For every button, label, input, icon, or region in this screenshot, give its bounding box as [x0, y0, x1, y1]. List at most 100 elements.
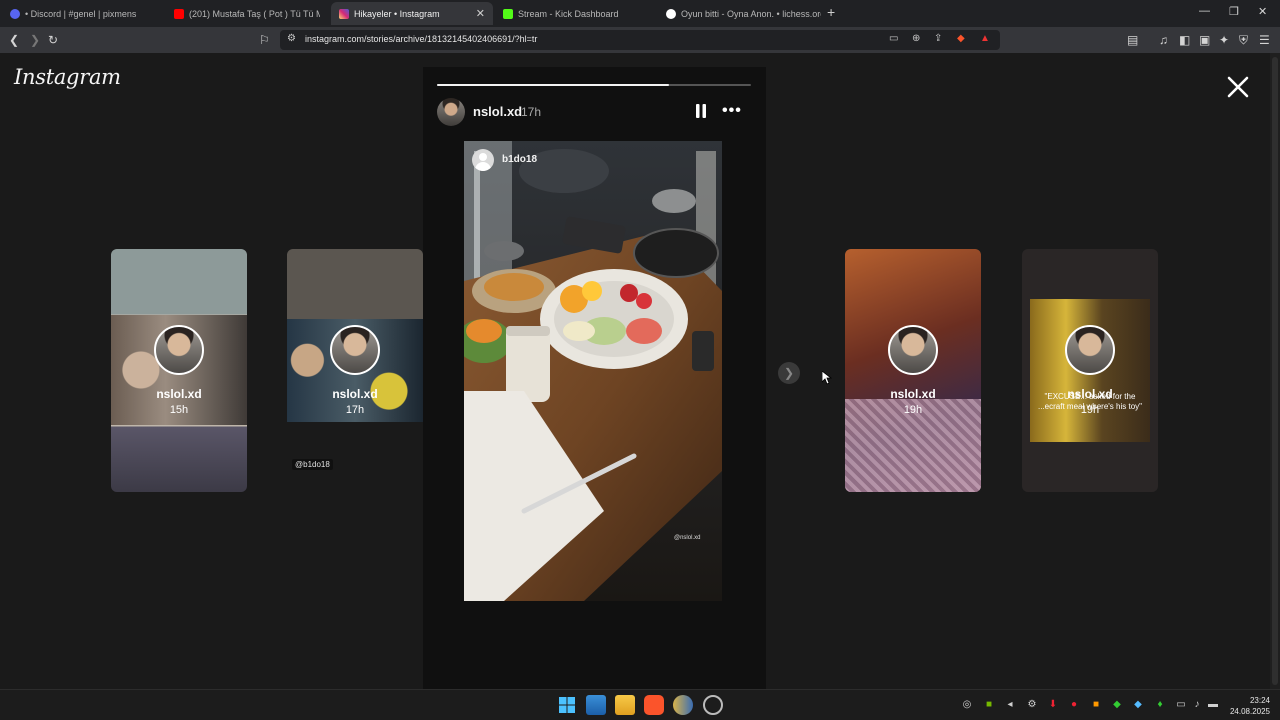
close-tab-icon[interactable]: ✕ — [476, 7, 485, 20]
tab-instagram[interactable]: Hikayeler • Instagram ✕ — [331, 2, 493, 25]
preview-time: 15h — [169, 404, 189, 416]
reload-button[interactable]: ↻ — [48, 32, 58, 48]
wallet-icon[interactable]: ▣ — [1199, 32, 1210, 48]
clock-date: 24.08.2025 — [1229, 707, 1270, 716]
story-progress-bar — [437, 84, 751, 86]
app-icon[interactable] — [673, 695, 693, 715]
tab-label: Hikayeler • Instagram — [354, 8, 440, 19]
page-scrollbar[interactable] — [1270, 53, 1280, 689]
instagram-icon — [339, 8, 349, 19]
repost-username[interactable]: b1do18 — [502, 154, 537, 165]
leo-ai-icon[interactable]: ✦ — [1219, 32, 1229, 48]
instagram-logo[interactable]: Instagram — [14, 65, 121, 89]
story-preview[interactable]: nslol.xd 19h — [845, 249, 981, 492]
tab-discord[interactable]: • Discord | #genel | pixmens — [10, 2, 160, 25]
tray-icon[interactable]: ⬇ — [1046, 698, 1060, 712]
more-options-icon[interactable]: ••• — [722, 102, 742, 120]
nvidia-icon[interactable]: ■ — [982, 698, 996, 712]
tray-icon[interactable]: ◆ — [1110, 698, 1124, 712]
story-preview[interactable]: nslol.xd 19h "EXCUSE... asked for the ..… — [1022, 249, 1158, 492]
avatar — [154, 325, 204, 375]
close-window-button[interactable]: ✕ — [1258, 5, 1267, 18]
file-explorer-icon[interactable] — [615, 695, 635, 715]
network-icon[interactable]: ▭ — [1174, 698, 1188, 712]
instagram-story-viewer: Instagram nslol.xd 15h nslol.xd 17h @b1d… — [0, 53, 1270, 689]
story-preview[interactable]: nslol.xd 15h — [111, 249, 247, 492]
app-icon[interactable] — [703, 695, 723, 715]
settings-tray-icon[interactable]: ⚙ — [1025, 698, 1039, 712]
restaurant-table-image: @nslol.xd — [464, 141, 722, 601]
pause-icon[interactable] — [695, 104, 707, 118]
url-text[interactable]: instagram.com/stories/archive/1813214540… — [305, 34, 537, 44]
tray-icon[interactable]: ◆ — [1131, 698, 1145, 712]
share-icon[interactable]: ⇪ — [934, 33, 942, 44]
tab-label: Oyun bitti - Oyna Anon. • lichess.org — [681, 8, 821, 19]
system-clock[interactable]: 23:24 24.08.2025 — [1218, 695, 1270, 717]
start-button[interactable] — [557, 695, 577, 715]
cast-icon[interactable]: ▭ — [889, 33, 898, 44]
menu-icon[interactable]: ☰ — [1259, 32, 1270, 48]
clock-time: 23:24 — [1249, 696, 1270, 705]
youtube-icon — [174, 8, 184, 19]
windows-logo-icon — [559, 697, 575, 713]
story-card: nslol.xd 17h ••• @nslol.xd b1do18 — [423, 67, 766, 689]
browser-toolbar: ❮ ❯ ↻ ⚐ ⚙ instagram.com/stories/archive/… — [0, 27, 1280, 53]
photos-app-icon[interactable] — [586, 695, 606, 715]
next-story-button[interactable]: ❯ — [778, 362, 800, 384]
reader-mode-icon[interactable]: ▤ — [1127, 32, 1138, 48]
volume-icon[interactable]: ♪ — [1190, 698, 1204, 712]
tab-label: Stream - Kick Dashboard — [518, 8, 619, 19]
mention-tag: @b1do18 — [292, 459, 333, 470]
discord-icon — [10, 8, 20, 19]
tab-youtube[interactable]: (201) Mustafa Taş ( Pot ) Tü Tü M — [174, 2, 320, 25]
windows-taskbar: ◎ ■ ◂ ⚙ ⬇ ● ■ ◆ ◆ ♦ ▭ ♪ ▬ 23:24 24.08.20… — [0, 689, 1280, 720]
sticker-tag: @nslol.xd — [674, 535, 700, 541]
tray-icon[interactable]: ◂ — [1003, 698, 1017, 712]
scrollbar-thumb[interactable] — [1272, 57, 1278, 685]
microphone-icon[interactable]: ♦ — [1153, 698, 1167, 712]
brave-rewards-icon[interactable]: ▲ — [980, 33, 990, 44]
steelseries-icon[interactable]: ◎ — [960, 698, 974, 712]
preview-username: nslol.xd — [890, 387, 936, 401]
sidebar-icon[interactable]: ◧ — [1179, 32, 1190, 48]
vpn-icon[interactable]: ⛨ — [1239, 32, 1248, 48]
story-username[interactable]: nslol.xd — [473, 104, 522, 119]
zoom-icon[interactable]: ⊕ — [912, 33, 920, 44]
new-tab-button[interactable]: + — [827, 4, 835, 20]
tab-lichess[interactable]: Oyun bitti - Oyna Anon. • lichess.org — [666, 2, 821, 25]
kick-icon — [503, 8, 513, 19]
preview-username: nslol.xd — [156, 387, 202, 401]
story-photo[interactable]: @nslol.xd b1do18 — [464, 141, 722, 601]
avatar — [330, 325, 380, 375]
forward-button[interactable]: ❯ — [30, 32, 40, 48]
preview-caption: "EXCUSE... asked for the ...ecraft meal … — [1038, 392, 1142, 411]
story-preview[interactable]: nslol.xd 17h @b1do18 — [287, 249, 423, 492]
avatar[interactable] — [437, 98, 465, 126]
media-icon[interactable]: ♫ — [1159, 32, 1168, 48]
preview-username: nslol.xd — [332, 387, 378, 401]
restore-button[interactable]: ❐ — [1229, 5, 1239, 18]
tray-icon[interactable]: ● — [1067, 698, 1081, 712]
tab-label: • Discord | #genel | pixmens — [25, 8, 137, 19]
preview-time: 19h — [903, 404, 923, 416]
story-progress-fill — [437, 84, 670, 86]
minimize-button[interactable]: — — [1199, 5, 1210, 17]
tab-label: (201) Mustafa Taş ( Pot ) Tü Tü M — [189, 8, 320, 19]
avatar[interactable] — [472, 149, 494, 171]
preview-time: 17h — [345, 404, 365, 416]
lichess-icon — [666, 8, 676, 19]
close-viewer-icon[interactable] — [1226, 75, 1250, 99]
bookmark-icon[interactable]: ⚐ — [259, 32, 270, 48]
story-time: 17h — [521, 105, 542, 119]
mouse-cursor-icon — [822, 371, 832, 385]
browser-tab-bar: • Discord | #genel | pixmens (201) Musta… — [0, 0, 1280, 27]
tab-kick[interactable]: Stream - Kick Dashboard — [503, 2, 653, 25]
tray-icon[interactable]: ■ — [1089, 698, 1103, 712]
brave-shields-icon[interactable]: ◆ — [957, 33, 965, 44]
back-button[interactable]: ❮ — [9, 32, 19, 48]
avatar — [1065, 325, 1115, 375]
address-bar[interactable]: ⚙ instagram.com/stories/archive/18132145… — [280, 30, 1000, 50]
brave-browser-icon[interactable] — [644, 695, 664, 715]
site-info-icon[interactable]: ⚙ — [287, 33, 296, 44]
avatar — [888, 325, 938, 375]
